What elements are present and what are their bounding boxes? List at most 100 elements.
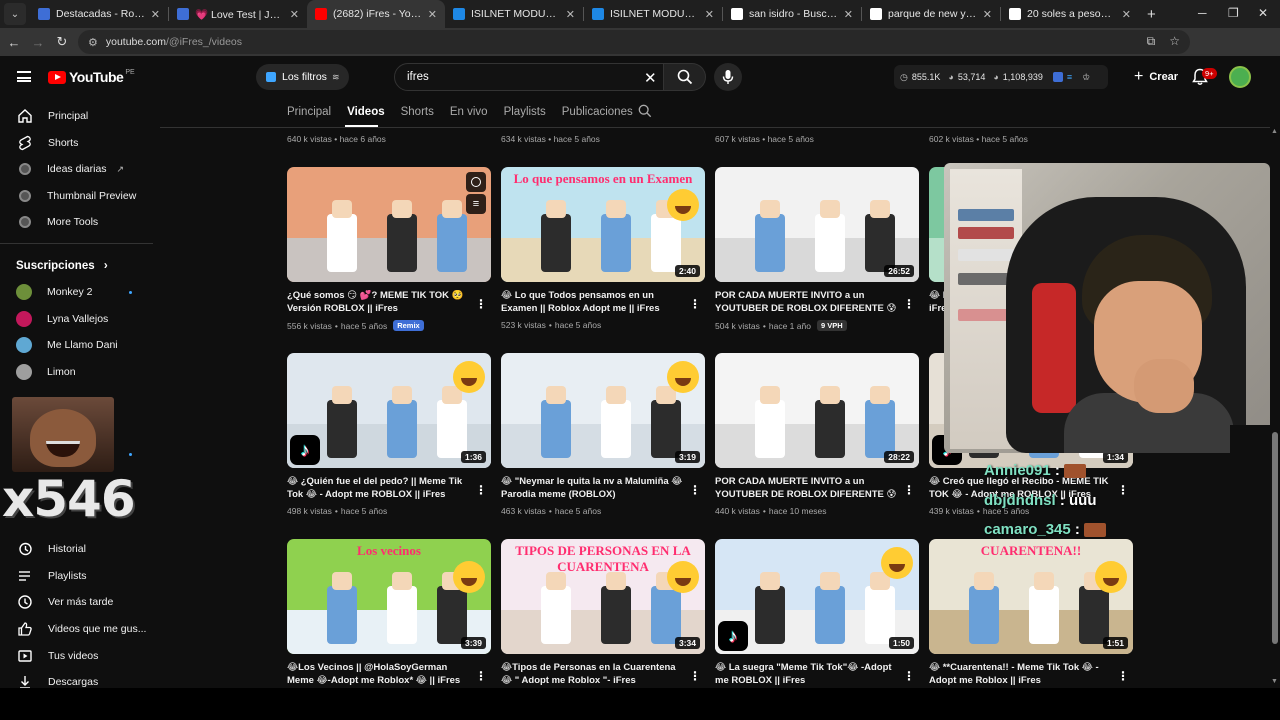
back-icon[interactable]: ← — [2, 35, 26, 50]
tab-close-icon[interactable]: ✕ — [1122, 8, 1131, 21]
channel-search-icon[interactable] — [638, 104, 652, 118]
sidebar-item-thumbnail-preview[interactable]: Thumbnail Preview — [0, 184, 155, 208]
video-card[interactable]: TIPOS DE PERSONAS EN LA CUARENTENA 3:34 😂T… — [501, 539, 705, 687]
more-actions-icon[interactable]: ⋮ — [689, 297, 701, 311]
video-thumbnail[interactable]: ♪ 1:36 — [287, 353, 491, 468]
tab-publicaciones[interactable]: Publicaciones — [562, 106, 633, 118]
more-actions-icon[interactable]: ⋮ — [903, 483, 915, 497]
browser-tab[interactable]: san isidro - Buscar con Go ✕ — [723, 0, 861, 28]
scrollbar-thumb[interactable] — [1272, 432, 1278, 644]
search-input[interactable]: ifres — [394, 63, 664, 91]
sidebar-subscription-item[interactable]: Lyna Vallejos — [0, 307, 155, 331]
video-title[interactable]: 😂 "Neymar le quita la nv a Malumiña 😂 Pa… — [501, 476, 689, 501]
browser-tab[interactable]: ISILNET MODULOS ✕ — [445, 0, 583, 28]
sidebar-item-tus-videos[interactable]: Tus videos — [0, 644, 155, 668]
video-thumbnail[interactable]: 26:52 — [715, 167, 919, 282]
tab-close-icon[interactable]: ✕ — [983, 8, 992, 21]
reload-icon[interactable]: ↻ — [50, 34, 74, 50]
sidebar-item-ideas-diarias[interactable]: Ideas diarias ↗ — [0, 157, 155, 181]
watch-later-icon[interactable] — [466, 172, 486, 192]
video-title[interactable]: 😂 La suegra "Meme Tik Tok"😂 -Adopt me RO… — [715, 662, 903, 687]
sidebar-subscription-item[interactable]: Limon — [0, 360, 155, 384]
browser-tab[interactable]: ISILNET MODULOS ✕ — [584, 0, 722, 28]
video-title[interactable]: 😂 ¿Quién fue el del pedo? || Meme Tik To… — [287, 476, 475, 501]
sidebar-item-videos-que-me-gus[interactable]: Videos que me gus... — [0, 617, 155, 641]
create-button[interactable]: + Crear — [1124, 64, 1188, 90]
scroll-up-arrow-icon[interactable]: ▲ — [1271, 128, 1278, 135]
video-title[interactable]: 😂Los Vecinos || @HolaSoyGerman Meme 😂-Ad… — [287, 662, 475, 687]
browser-tab[interactable]: 💗 Love Test | Juega en Ro ✕ — [169, 0, 307, 28]
sidebar-item-more-tools[interactable]: More Tools — [0, 210, 155, 234]
search-button[interactable] — [664, 63, 706, 91]
tab-shorts[interactable]: Shorts — [401, 106, 434, 118]
sidebar-item-shorts[interactable]: Shorts — [0, 131, 155, 155]
sidebar-item-ver-m-s-tarde[interactable]: Ver más tarde — [0, 590, 155, 614]
video-card[interactable]: ≡ ¿Qué somos 😏 💕? MEME TIK TOK 🥺 Versión … — [287, 167, 491, 331]
tab-en-vivo[interactable]: En vivo — [450, 106, 488, 118]
browser-tab[interactable]: parque de new york - Bus ✕ — [862, 0, 1000, 28]
tab-close-icon[interactable]: ✕ — [844, 8, 853, 21]
tab-videos[interactable]: Videos — [347, 106, 385, 118]
tab-playlists[interactable]: Playlists — [504, 106, 546, 118]
video-thumbnail[interactable]: TIPOS DE PERSONAS EN LA CUARENTENA 3:34 — [501, 539, 705, 654]
video-title[interactable]: ¿Qué somos 😏 💕? MEME TIK TOK 🥺 Versión R… — [287, 290, 475, 315]
sidebar-subscription-item[interactable]: Me Llamo Dani — [0, 333, 155, 357]
subscriptions-heading[interactable]: Suscripciones › — [16, 260, 108, 272]
video-card[interactable]: CUARENTENA!! 1:51 😂 **Cuarentena!! - Meme … — [929, 539, 1133, 687]
more-actions-icon[interactable]: ⋮ — [475, 483, 487, 497]
video-thumbnail[interactable]: Los vecinos 3:39 — [287, 539, 491, 654]
video-thumbnail[interactable]: ♪ 1:50 — [715, 539, 919, 654]
sidebar-item-playlists[interactable]: Playlists — [0, 564, 155, 588]
more-actions-icon[interactable]: ⋮ — [689, 669, 701, 683]
browser-tab[interactable]: 20 soles a pesos chilenos ✕ — [1001, 0, 1139, 28]
browser-tab[interactable]: Destacadas - Roblox ✕ — [30, 0, 168, 28]
video-title[interactable]: 😂 **Cuarentena!! - Meme Tik Tok 😂 -Adopt… — [929, 662, 1117, 687]
video-card[interactable]: Los vecinos 3:39 😂Los Vecinos || @HolaSoyG… — [287, 539, 491, 687]
address-bar[interactable]: ⚙ youtube.com/@iFres_/videos ⧉ ☆ — [78, 30, 1190, 54]
video-thumbnail[interactable]: Lo que pensamos en un Examen 2:40 — [501, 167, 705, 282]
install-app-icon[interactable]: ⧉ — [1147, 34, 1156, 49]
site-info-icon[interactable]: ⚙ — [88, 36, 98, 49]
add-to-queue-icon[interactable]: ≡ — [466, 194, 486, 214]
video-thumbnail[interactable]: 3:19 — [501, 353, 705, 468]
tab-principal[interactable]: Principal — [287, 106, 331, 118]
minimize-icon[interactable]: ─ — [1198, 6, 1207, 20]
more-actions-icon[interactable]: ⋮ — [903, 669, 915, 683]
more-actions-icon[interactable]: ⋮ — [903, 297, 915, 311]
video-title[interactable]: 😂 Lo que Todos pensamos en un Examen || … — [501, 290, 689, 315]
video-thumbnail[interactable]: CUARENTENA!! 1:51 — [929, 539, 1133, 654]
video-thumbnail[interactable]: ≡ — [287, 167, 491, 282]
sidebar-item-historial[interactable]: Historial — [0, 537, 155, 561]
tab-close-icon[interactable]: ✕ — [290, 8, 299, 21]
video-card[interactable]: Lo que pensamos en un Examen 2:40 😂 Lo que… — [501, 167, 705, 330]
video-card[interactable]: 26:52 POR CADA MUERTE INVITO a un YOUTUBE… — [715, 167, 919, 331]
sidebar-subscription-item[interactable]: Monkey 2 — [0, 280, 155, 304]
more-actions-icon[interactable]: ⋮ — [475, 297, 487, 311]
new-tab-button[interactable]: + — [1147, 6, 1156, 23]
video-card[interactable]: 28:22 POR CADA MUERTE INVITO a un YOUTUBE… — [715, 353, 919, 516]
more-actions-icon[interactable]: ⋮ — [1117, 669, 1129, 683]
account-avatar[interactable] — [1229, 66, 1251, 88]
more-actions-icon[interactable]: ⋮ — [689, 483, 701, 497]
tab-search-button[interactable]: ⌄ — [4, 3, 26, 25]
scroll-down-arrow-icon[interactable]: ▼ — [1271, 678, 1278, 685]
youtube-logo[interactable]: YouTube PE — [48, 69, 135, 85]
filters-button[interactable]: Los filtros ≋ — [256, 64, 350, 90]
tab-close-icon[interactable]: ✕ — [151, 8, 160, 21]
tab-close-icon[interactable]: ✕ — [428, 8, 437, 21]
video-card[interactable]: ♪ 1:36 😂 ¿Quién fue el del pedo? || Meme T… — [287, 353, 491, 516]
sidebar-item-principal[interactable]: Principal — [0, 104, 155, 128]
video-title[interactable]: POR CADA MUERTE INVITO a un YOUTUBER DE … — [715, 290, 903, 315]
video-title[interactable]: 😂Tipos de Personas en la Cuarentena 😂 " … — [501, 662, 689, 687]
more-actions-icon[interactable]: ⋮ — [475, 669, 487, 683]
restore-icon[interactable]: ❐ — [1228, 6, 1239, 20]
bookmark-star-icon[interactable]: ☆ — [1169, 34, 1180, 49]
close-window-icon[interactable]: ✕ — [1258, 6, 1268, 20]
menu-icon[interactable] — [17, 71, 31, 82]
more-actions-icon[interactable]: ⋮ — [1117, 483, 1129, 497]
tab-close-icon[interactable]: ✕ — [566, 8, 575, 21]
extension-stats-bar[interactable]: ◷ 855.1K ◕ 53,714 ◕ 1,108,939 ≡ ♔ — [894, 65, 1108, 89]
voice-search-button[interactable] — [714, 63, 742, 91]
video-card[interactable]: 3:19 😂 "Neymar le quita la nv a Malumiña … — [501, 353, 705, 516]
video-title[interactable]: POR CADA MUERTE INVITO a un YOUTUBER DE … — [715, 476, 903, 501]
